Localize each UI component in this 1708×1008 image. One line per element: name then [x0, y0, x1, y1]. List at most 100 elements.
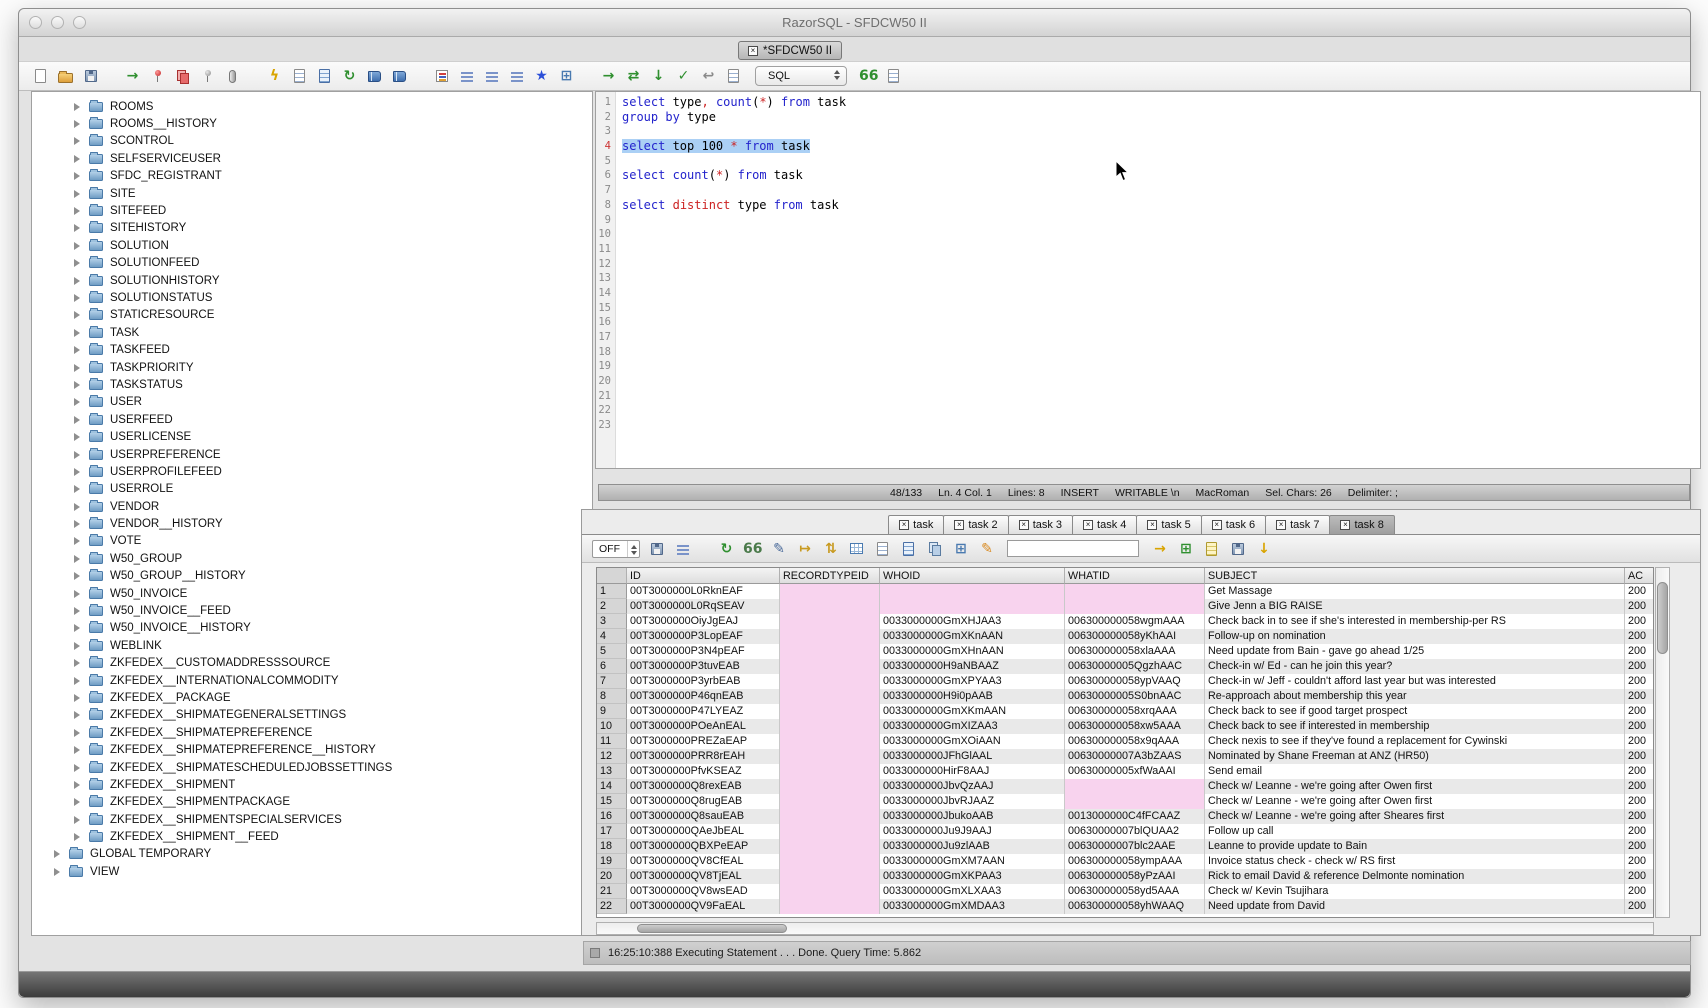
- close-tab-icon[interactable]: ×: [1276, 520, 1286, 530]
- cell[interactable]: 006300000058ympAAA: [1065, 854, 1205, 869]
- tree-item[interactable]: VIEW: [32, 863, 592, 880]
- cell[interactable]: 200: [1625, 884, 1654, 899]
- cell[interactable]: 00630000007A3bZAAS: [1065, 749, 1205, 764]
- sort-rows-icon[interactable]: ⇅: [821, 538, 840, 560]
- disclosure-triangle-icon[interactable]: [74, 120, 80, 128]
- cell[interactable]: 200: [1625, 824, 1654, 839]
- disclosure-triangle-icon[interactable]: [74, 468, 80, 476]
- column-header[interactable]: SUBJECT: [1205, 568, 1625, 584]
- disclosure-triangle-icon[interactable]: [74, 555, 80, 563]
- cell[interactable]: [780, 839, 880, 854]
- refresh-results-icon[interactable]: ↻: [717, 538, 736, 560]
- cell[interactable]: 200: [1625, 854, 1654, 869]
- disclosure-triangle-icon[interactable]: [74, 277, 80, 285]
- row-number-cell[interactable]: 3: [597, 614, 627, 629]
- editor-code[interactable]: select type, count(*) from taskgroup by …: [617, 92, 1700, 468]
- row-number-cell[interactable]: 2: [597, 599, 627, 614]
- cell[interactable]: 006300000058yhWAAQ: [1065, 899, 1205, 914]
- cell[interactable]: [780, 854, 880, 869]
- result-tab-task-4[interactable]: ×task 4: [1072, 515, 1137, 535]
- copy-rows-icon[interactable]: [925, 538, 944, 560]
- disclosure-triangle-icon[interactable]: [74, 607, 80, 615]
- table-row[interactable]: 2100T3000000QV8wsEAD0033000000GmXLXAA300…: [597, 884, 1653, 899]
- disclosure-triangle-icon[interactable]: [74, 190, 80, 198]
- close-tab-icon[interactable]: ×: [1212, 520, 1222, 530]
- close-tab-icon[interactable]: ×: [1147, 520, 1157, 530]
- table-row[interactable]: 1100T3000000PREZaEAP0033000000GmXOiAAN00…: [597, 734, 1653, 749]
- tree-item[interactable]: SITEFEED: [32, 202, 592, 219]
- cell[interactable]: 0033000000HirF8AAJ: [880, 764, 1065, 779]
- import-connect-icon[interactable]: →: [123, 65, 142, 87]
- cell[interactable]: 00T3000000L0RqSEAV: [627, 599, 780, 614]
- cell[interactable]: 00T3000000PfvKSEAZ: [627, 764, 780, 779]
- tree-item[interactable]: SCONTROL: [32, 133, 592, 150]
- save-icon[interactable]: [81, 65, 100, 87]
- row-number-cell[interactable]: 18: [597, 839, 627, 854]
- tree-item[interactable]: ROOMS__HISTORY: [32, 115, 592, 132]
- cell[interactable]: 200: [1625, 869, 1654, 884]
- document-tab[interactable]: × *SFDCW50 II: [738, 41, 842, 60]
- duplicate-table-icon[interactable]: ⊞: [951, 538, 970, 560]
- disclosure-triangle-icon[interactable]: [74, 329, 80, 337]
- disclosure-triangle-icon[interactable]: [74, 642, 80, 650]
- database-browser-panel[interactable]: ROOMSROOMS__HISTORYSCONTROLSELFSERVICEUS…: [31, 91, 593, 936]
- cell[interactable]: 00T3000000PRR8rEAH: [627, 749, 780, 764]
- horizontal-scrollbar-thumb[interactable]: [637, 924, 787, 933]
- cell[interactable]: 00T3000000P3N4pEAF: [627, 644, 780, 659]
- tree-item[interactable]: GLOBAL TEMPORARY: [32, 846, 592, 863]
- cell[interactable]: 200: [1625, 674, 1654, 689]
- cell[interactable]: Re-approach about membership this year: [1205, 689, 1625, 704]
- disclosure-triangle-icon[interactable]: [74, 311, 80, 319]
- spinner-arrows-icon[interactable]: [627, 541, 639, 557]
- tree-item[interactable]: VOTE: [32, 533, 592, 550]
- find-next-icon[interactable]: →: [1150, 538, 1169, 560]
- cell[interactable]: 0033000000JFhGlAAL: [880, 749, 1065, 764]
- cell[interactable]: 0013000000C4fFCAAZ: [1065, 809, 1205, 824]
- result-tab-task-3[interactable]: ×task 3: [1008, 515, 1073, 535]
- cell[interactable]: 0033000000JbvQzAAJ: [880, 779, 1065, 794]
- cell[interactable]: Follow-up on nomination: [1205, 629, 1625, 644]
- table-tools-icon[interactable]: ⊞: [557, 65, 576, 87]
- cell[interactable]: 200: [1625, 899, 1654, 914]
- disclosure-triangle-icon[interactable]: [74, 729, 80, 737]
- cell[interactable]: 0033000000GmXOiAAN: [880, 734, 1065, 749]
- execute-lightning-icon[interactable]: ϟ: [265, 65, 284, 87]
- cell[interactable]: Need update from David: [1205, 899, 1625, 914]
- tree-item[interactable]: ZKFEDEX__SHIPMENTSPECIALSERVICES: [32, 811, 592, 828]
- cell[interactable]: 00T3000000Q8rexEAB: [627, 779, 780, 794]
- result-tab-task[interactable]: ×task: [888, 515, 944, 535]
- disclosure-triangle-icon[interactable]: [74, 746, 80, 754]
- cell[interactable]: 200: [1625, 704, 1654, 719]
- grid-vertical-scrollbar[interactable]: [1655, 567, 1670, 918]
- disclosure-triangle-icon[interactable]: [74, 677, 80, 685]
- row-number-cell[interactable]: 4: [597, 629, 627, 644]
- tree-item[interactable]: ZKFEDEX__SHIPMATESCHEDULEDJOBSSETTINGS: [32, 759, 592, 776]
- cell[interactable]: 00630000005QgzhAAC: [1065, 659, 1205, 674]
- cell[interactable]: 00630000005xfWaAAI: [1065, 764, 1205, 779]
- result-tab-task-6[interactable]: ×task 6: [1201, 515, 1266, 535]
- cell[interactable]: [1065, 599, 1205, 614]
- reference-book-icon[interactable]: [390, 65, 409, 87]
- disclosure-triangle-icon[interactable]: [74, 172, 80, 180]
- disclosure-triangle-icon[interactable]: [74, 781, 80, 789]
- cell[interactable]: 0033000000H9aNBAAZ: [880, 659, 1065, 674]
- disclosure-triangle-icon[interactable]: [74, 242, 80, 250]
- cell[interactable]: 00T3000000QV8TjEAL: [627, 869, 780, 884]
- cell[interactable]: 00630000007blQUAA2: [1065, 824, 1205, 839]
- cell[interactable]: [780, 749, 880, 764]
- cell[interactable]: 006300000058xrqAAA: [1065, 704, 1205, 719]
- cell[interactable]: 006300000058yd5AAA: [1065, 884, 1205, 899]
- cell[interactable]: 00T3000000QV8wsEAD: [627, 884, 780, 899]
- row-number-cell[interactable]: 8: [597, 689, 627, 704]
- disclosure-triangle-icon[interactable]: [74, 224, 80, 232]
- fetch-more-icon[interactable]: ↓: [1254, 538, 1273, 560]
- cell[interactable]: 00T3000000QAeJbEAL: [627, 824, 780, 839]
- cell[interactable]: 0033000000JbvRJAAZ: [880, 794, 1065, 809]
- cell[interactable]: Check-in w/ Jeff - couldn't afford last …: [1205, 674, 1625, 689]
- tree-item[interactable]: USER: [32, 394, 592, 411]
- cell[interactable]: Check back to see if interested in membe…: [1205, 719, 1625, 734]
- disclosure-triangle-icon[interactable]: [74, 155, 80, 163]
- tree-item[interactable]: ZKFEDEX__SHIPMENT__FEED: [32, 828, 592, 845]
- db-capsule-icon[interactable]: [223, 65, 242, 87]
- table-row[interactable]: 1900T3000000QV8CfEAL0033000000GmXM7AAN00…: [597, 854, 1653, 869]
